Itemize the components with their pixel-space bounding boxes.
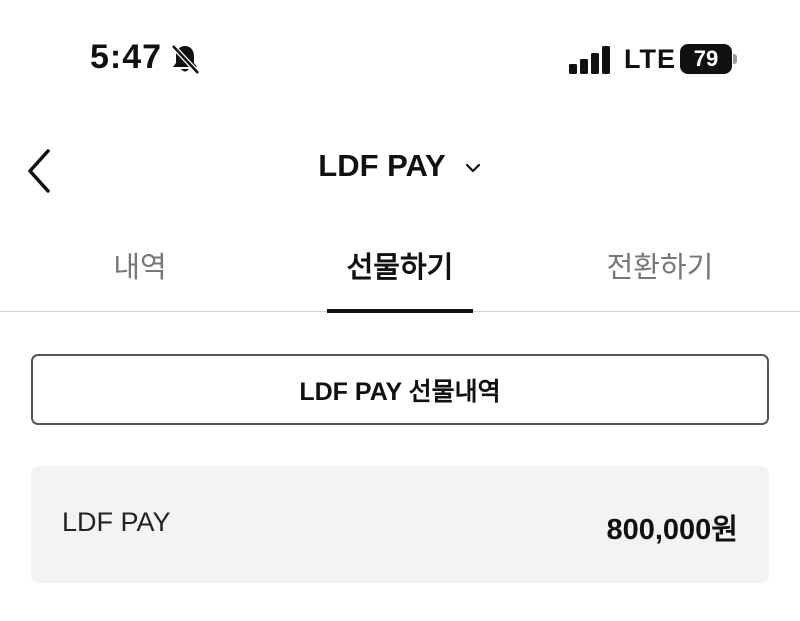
balance-label: LDF PAY — [62, 507, 171, 537]
gift-history-button[interactable]: LDF PAY 선물내역 — [31, 354, 769, 425]
tab-gift[interactable]: 선물하기 — [326, 244, 474, 312]
battery-level: 79 — [680, 44, 732, 74]
battery-tip — [733, 54, 737, 64]
balance-card: LDF PAY 800,000원 — [31, 466, 769, 583]
tab-history[interactable]: 내역 — [70, 244, 210, 312]
status-time: 5:47 — [90, 38, 163, 76]
status-bar: 5:47 LTE 79 — [0, 0, 800, 120]
tab-convert[interactable]: 전환하기 — [585, 244, 735, 312]
nav-header: LDF PAY — [0, 128, 800, 208]
cellular-signal-icon — [569, 46, 610, 74]
title-dropdown[interactable]: LDF PAY — [0, 148, 800, 184]
network-type: LTE — [624, 44, 676, 74]
active-tab-indicator — [327, 309, 473, 313]
battery-icon: 79 — [680, 44, 737, 74]
chevron-down-icon — [465, 163, 480, 173]
page-title: LDF PAY — [318, 148, 446, 183]
tab-bar: 내역 선물하기 전환하기 — [0, 238, 800, 313]
bell-slash-icon — [171, 44, 200, 75]
balance-amount: 800,000원 — [606, 514, 738, 546]
